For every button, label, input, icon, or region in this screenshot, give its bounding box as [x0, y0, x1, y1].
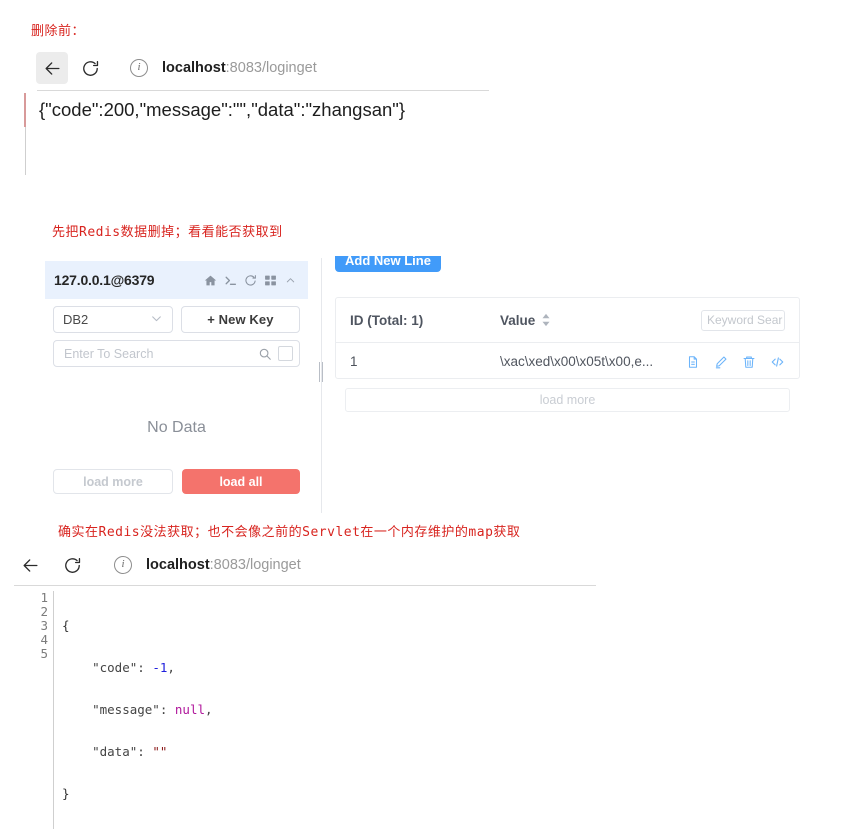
redis-search-row: Enter To Search: [45, 333, 308, 367]
load-all-button[interactable]: load all: [182, 469, 300, 494]
panel-splitter-grip[interactable]: [319, 362, 323, 382]
window-edge-line-top: [25, 127, 26, 175]
redis-connection-header: 127.0.0.1@6379: [45, 261, 308, 299]
keyword-search-input[interactable]: Keyword Sear: [701, 309, 785, 331]
magnifier-icon[interactable]: [258, 347, 272, 361]
browser-toolbar-top: i localhost:8083/loginget: [31, 47, 489, 89]
load-more-button-right[interactable]: load more: [345, 388, 790, 412]
reload-icon: [64, 557, 80, 573]
panel-splitter[interactable]: [321, 258, 322, 513]
column-header-id: ID (Total: 1): [350, 312, 424, 328]
column-header-value-label: Value: [500, 312, 536, 328]
db-select-value: DB2: [63, 312, 89, 327]
key-search-placeholder: Enter To Search: [64, 346, 154, 361]
toolbar-divider-bottom: [14, 585, 596, 586]
reload-button-bottom[interactable]: [56, 549, 88, 581]
row-value: \xac\xed\x00\x05t\x00,e...: [500, 354, 654, 369]
column-header-value[interactable]: Value: [500, 313, 551, 328]
value-table: ID (Total: 1) Value Keyword Sear 1 \xac\…: [335, 297, 800, 379]
url-path: :8083/loginget: [225, 60, 317, 76]
row-action-buttons: [686, 355, 785, 369]
url-host: localhost: [162, 60, 226, 76]
url-path: :8083/loginget: [209, 557, 301, 573]
annotation-delete-redis-first: 先把Redis数据删掉；看看能否获取到: [52, 225, 283, 240]
window-edge-accent-top: [24, 93, 26, 127]
browser-window-bottom: i localhost:8083/loginget 1 2 3 4 5 { "c…: [0, 545, 596, 829]
info-circle-icon[interactable]: i: [114, 556, 132, 574]
redis-left-load-buttons: load more load all: [45, 469, 308, 494]
address-bar-url-top: localhost:8083/loginget: [162, 60, 317, 76]
back-button[interactable]: [36, 52, 68, 84]
info-circle-icon[interactable]: i: [130, 59, 148, 77]
terminal-icon[interactable]: [224, 274, 237, 287]
line-number-gutter: 1 2 3 4 5: [30, 591, 54, 829]
annotation-cannot-get: 确实在Redis没法获取；也不会像之前的Servlet在一个内存维护的map获取: [58, 525, 521, 540]
line-number: 2: [40, 604, 48, 619]
detail-icon[interactable]: [686, 355, 700, 369]
json-line-message: "message": null,: [62, 702, 213, 717]
back-arrow-icon: [44, 61, 60, 75]
button-clip-overlay: [333, 248, 445, 256]
line-number: 4: [40, 632, 48, 647]
page-content-top: {"code":200,"message":"","data":"zhangsa…: [39, 99, 406, 121]
line-number: 1: [40, 590, 48, 605]
new-key-button[interactable]: + New Key: [180, 306, 300, 333]
redis-connection-name: 127.0.0.1@6379: [54, 272, 155, 288]
json-code: { "code": -1, "message": null, "data": "…: [54, 591, 213, 829]
value-table-header: ID (Total: 1) Value Keyword Sear: [336, 298, 799, 343]
reload-icon: [82, 60, 98, 76]
select-all-checkbox[interactable]: [278, 346, 293, 361]
grid-icon[interactable]: [264, 274, 277, 287]
redis-right-panel: Add New Line ID (Total: 1) Value Keyword…: [333, 248, 800, 413]
redis-left-panel: 127.0.0.1@6379 DB2 + New Key Enter To Se…: [45, 261, 308, 511]
json-line: }: [62, 786, 70, 801]
toolbar-divider-top: [37, 90, 489, 91]
refresh-icon[interactable]: [244, 274, 257, 287]
json-value-code: -1: [152, 660, 168, 675]
browser-toolbar-bottom: i localhost:8083/loginget: [0, 545, 596, 585]
load-more-label-right: load more: [539, 393, 596, 407]
sort-icon[interactable]: [541, 313, 551, 327]
key-search-input[interactable]: Enter To Search: [53, 340, 300, 367]
json-viewer: 1 2 3 4 5 { "code": -1, "message": null,…: [30, 591, 213, 829]
annotation-before-delete: 删除前：: [31, 24, 86, 39]
keyword-search-placeholder: Keyword Sear: [707, 313, 783, 327]
address-bar-url-bottom: localhost:8083/loginget: [146, 557, 301, 573]
json-line-code: "code": -1,: [62, 660, 175, 675]
json-line: {: [62, 618, 70, 633]
chevron-up-icon[interactable]: [285, 275, 296, 286]
redis-header-icons: [204, 274, 296, 287]
db-select[interactable]: DB2: [53, 306, 173, 333]
load-more-label-left: load more: [83, 474, 143, 489]
json-value-data: "": [152, 744, 168, 759]
address-bar-top[interactable]: i localhost:8083/loginget: [118, 52, 484, 84]
json-line-data: "data": "": [62, 744, 168, 759]
code-icon[interactable]: [770, 355, 785, 369]
empty-state-label: No Data: [147, 419, 206, 436]
back-button-bottom[interactable]: [14, 549, 46, 581]
browser-window-top: i localhost:8083/loginget {"code":200,"m…: [31, 47, 489, 177]
row-id: 1: [350, 354, 358, 369]
reload-button[interactable]: [74, 52, 106, 84]
home-icon[interactable]: [204, 274, 217, 287]
delete-icon[interactable]: [742, 355, 756, 369]
line-number: 5: [40, 646, 48, 661]
table-row[interactable]: 1 \xac\xed\x00\x05t\x00,e...: [336, 343, 799, 380]
chevron-down-icon: [150, 312, 163, 328]
back-arrow-icon: [22, 558, 38, 572]
load-more-button-left[interactable]: load more: [53, 469, 173, 494]
url-host: localhost: [146, 557, 210, 573]
redis-db-controls: DB2 + New Key: [45, 299, 308, 333]
load-all-label: load all: [219, 474, 263, 489]
new-key-label: + New Key: [207, 312, 274, 327]
edit-icon[interactable]: [714, 355, 728, 369]
json-value-message: null: [174, 702, 205, 717]
line-number: 3: [40, 618, 48, 633]
address-bar-bottom[interactable]: i localhost:8083/loginget: [102, 549, 582, 581]
